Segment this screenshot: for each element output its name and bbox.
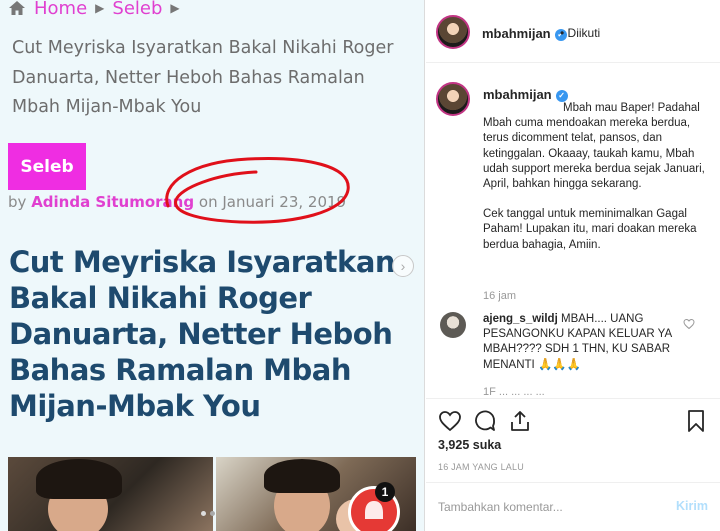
next-slide-button[interactable]: › — [392, 255, 414, 277]
red-circle-annotation — [165, 157, 350, 224]
heart-icon[interactable] — [438, 409, 462, 433]
caption-paragraph: Mbah mau Baper! Padahal Mbah cuma mendoa… — [483, 102, 705, 191]
header-username[interactable]: mbahmijan ✓ — [482, 26, 567, 41]
post-timestamp[interactable]: 16 JAM YANG LALU — [438, 462, 524, 472]
carousel-dot[interactable] — [201, 511, 206, 516]
caption-username-text[interactable]: mbahmijan — [483, 87, 552, 102]
chevron-right-icon: ▶ — [170, 1, 180, 15]
verified-icon: ✓ — [555, 89, 568, 102]
caption-paragraph: Cek tanggal untuk meminimalkan Gagal Pah… — [483, 208, 697, 251]
byline-by: by — [8, 193, 27, 211]
caption-text: Mbah mau Baper! Padahal Mbah cuma mendoa… — [483, 101, 711, 268]
home-icon[interactable] — [8, 0, 26, 16]
comment-heart-icon[interactable] — [683, 318, 695, 330]
article-photo-left — [8, 457, 213, 531]
header-username-text[interactable]: mbahmijan — [482, 26, 551, 41]
breadcrumb-section-link[interactable]: Seleb — [112, 0, 162, 19]
article-header-title: Cut Meyriska Isyaratkan Bakal Nikahi Rog… — [12, 38, 394, 117]
post-header: mbahmijan ✓ • Diikuti — [426, 0, 720, 63]
article-panel: Home ▶ Seleb ▶ Cut Meyriska Isyaratkan B… — [0, 0, 425, 531]
breadcrumb: Home ▶ Seleb ▶ — [8, 0, 180, 20]
carousel-dots — [201, 511, 215, 516]
category-badge[interactable]: Seleb — [8, 143, 86, 190]
caption-avatar[interactable] — [436, 82, 470, 116]
carousel-dot[interactable] — [210, 511, 215, 516]
breadcrumb-home-link[interactable]: Home — [34, 0, 87, 19]
comment-bar: Kirim — [426, 482, 720, 531]
follow-state[interactable]: • Diikuti — [560, 26, 600, 40]
avatar[interactable] — [436, 15, 470, 49]
comment-avatar[interactable] — [440, 312, 466, 338]
comment-input[interactable] — [438, 495, 658, 519]
chevron-right-icon: ▶ — [95, 1, 105, 15]
caption-username[interactable]: mbahmijan ✓ — [483, 87, 568, 102]
comment-username[interactable]: ajeng_s_wildj — [483, 313, 558, 325]
bookmark-icon[interactable] — [684, 409, 708, 433]
post-comment-button[interactable]: Kirim — [676, 499, 708, 513]
caption-time[interactable]: 16 jam — [483, 290, 516, 302]
article-headline: Cut Meyriska Isyaratkan Bakal Nikahi Rog… — [9, 245, 396, 423]
clipped-comment: 1F ... ... ... ... — [483, 386, 545, 398]
like-count[interactable]: 3,925 suka — [438, 438, 501, 452]
comment-item: ajeng_s_wildj MBAH.... UANG PESANGONKU K… — [483, 312, 683, 373]
notification-count-badge: 1 — [375, 482, 395, 502]
instagram-panel: mbahmijan ✓ • Diikuti mbahmijan ✓ Mbah mau… — [426, 0, 720, 531]
share-icon[interactable] — [508, 409, 532, 433]
comment-icon[interactable] — [473, 409, 497, 433]
